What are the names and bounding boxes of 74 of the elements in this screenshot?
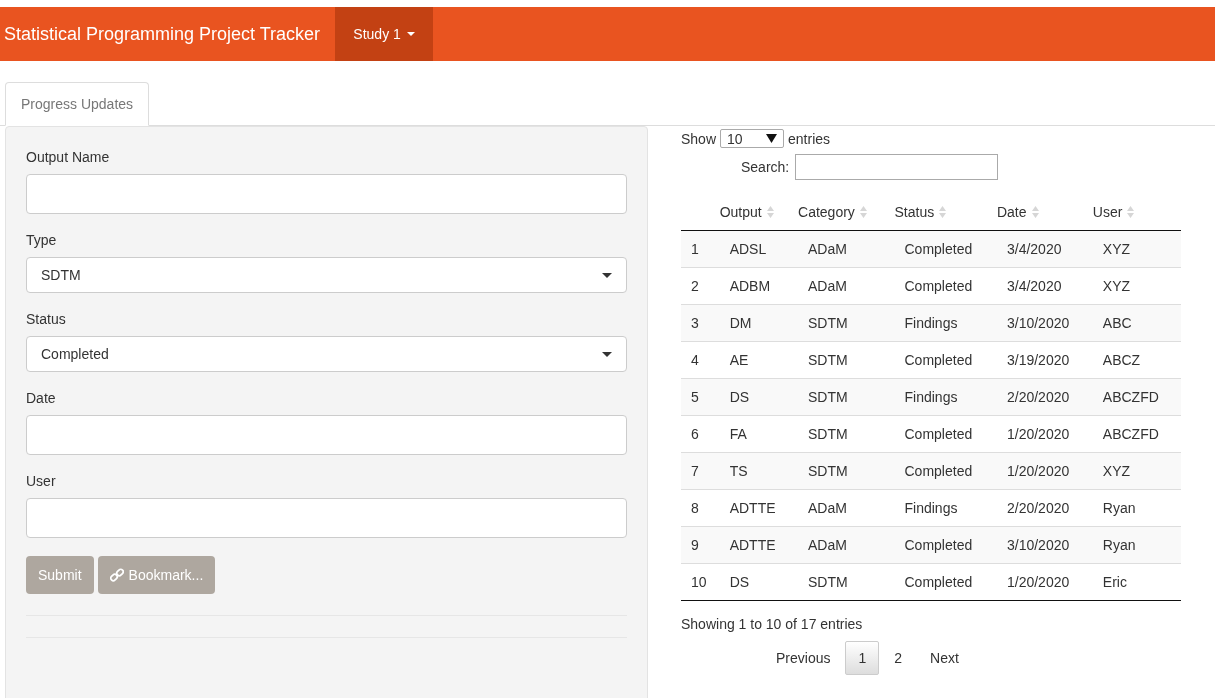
table-cell: 7 <box>681 452 720 490</box>
previous-button[interactable]: Previous <box>763 641 844 675</box>
field-label: Status <box>26 311 67 327</box>
column-header[interactable]: Category <box>798 196 895 231</box>
page-button[interactable]: 2 <box>881 641 916 675</box>
field-label: Output Name <box>26 149 111 165</box>
sort-icon <box>1127 206 1135 218</box>
table-cell: ADaM <box>798 526 895 564</box>
table-cell: Completed <box>894 563 997 601</box>
table-cell: DS <box>719 563 799 601</box>
table-cell: Findings <box>894 304 997 342</box>
sort-icon <box>1031 206 1039 218</box>
table-info: Showing 1 to 10 of 17 entries <box>681 616 864 632</box>
table-cell: DM <box>719 304 799 342</box>
column-header[interactable]: Output <box>719 196 799 231</box>
table-cell: 3 <box>681 304 720 342</box>
table-cell: 2/20/2020 <box>996 378 1093 416</box>
table-cell: SDTM <box>798 452 895 490</box>
field-label: User <box>26 473 57 489</box>
table-cell: 1/20/2020 <box>996 563 1093 601</box>
page-button[interactable]: 1 <box>845 641 880 675</box>
link-icon <box>109 568 124 582</box>
table-cell: SDTM <box>798 378 895 416</box>
column-header[interactable]: Date <box>996 196 1093 231</box>
table-cell: 1 <box>681 230 720 268</box>
table-cell: ADTTE <box>719 526 799 564</box>
column-header[interactable]: Status <box>894 196 997 231</box>
sort-icon <box>766 206 774 218</box>
table-cell: 1/20/2020 <box>996 452 1093 490</box>
tab[interactable]: Progress Updates <box>5 82 150 126</box>
search-field[interactable] <box>795 154 999 180</box>
table-cell: 5 <box>681 378 720 416</box>
entries-select[interactable]: 10 <box>720 129 785 148</box>
next-button[interactable]: Next <box>917 641 972 675</box>
column-header[interactable]: User <box>1092 196 1181 231</box>
table-cell: Completed <box>894 526 997 564</box>
table-cell: 3/4/2020 <box>996 230 1093 268</box>
field-label: Date <box>26 390 57 406</box>
table-cell: ABC <box>1092 304 1181 342</box>
input-field[interactable] <box>26 174 627 214</box>
table-cell: SDTM <box>798 563 895 601</box>
table-cell: DS <box>719 378 799 416</box>
table-cell: 3/10/2020 <box>996 304 1093 342</box>
table-cell: XYZ <box>1092 452 1181 490</box>
entries-label: entries <box>788 130 831 147</box>
table-cell: Completed <box>894 230 997 268</box>
caret-icon <box>602 272 612 278</box>
show-label: Show <box>681 130 717 147</box>
table-cell: 9 <box>681 526 720 564</box>
table-cell: XYZ <box>1092 230 1181 268</box>
table-cell: Eric <box>1092 563 1181 601</box>
caret-icon <box>602 351 612 357</box>
select-field[interactable]: SDTM <box>26 257 627 293</box>
table-cell: TS <box>719 452 799 490</box>
sort-icon <box>939 206 947 218</box>
field-label: Type <box>26 232 58 248</box>
caret-icon <box>766 134 778 143</box>
table-cell: ADaM <box>798 230 895 268</box>
table-cell: Completed <box>894 452 997 490</box>
app-title: Statistical Programming Project Tracker <box>3 22 322 46</box>
table-cell: ADSL <box>719 230 799 268</box>
table-cell: 10 <box>681 563 720 601</box>
table-cell: ABCZFD <box>1092 378 1181 416</box>
search-label: Search: <box>741 159 790 175</box>
table-cell: 3/10/2020 <box>996 526 1093 564</box>
caret-icon <box>406 32 415 36</box>
input-field[interactable] <box>26 415 627 455</box>
input-field[interactable] <box>26 498 627 538</box>
table-cell: Findings <box>894 378 997 416</box>
table-cell: Ryan <box>1092 526 1181 564</box>
select-field[interactable]: Completed <box>26 336 627 372</box>
table-cell: SDTM <box>798 304 895 342</box>
study-menu[interactable]: Study 1 <box>335 7 434 61</box>
sort-icon <box>859 206 867 218</box>
